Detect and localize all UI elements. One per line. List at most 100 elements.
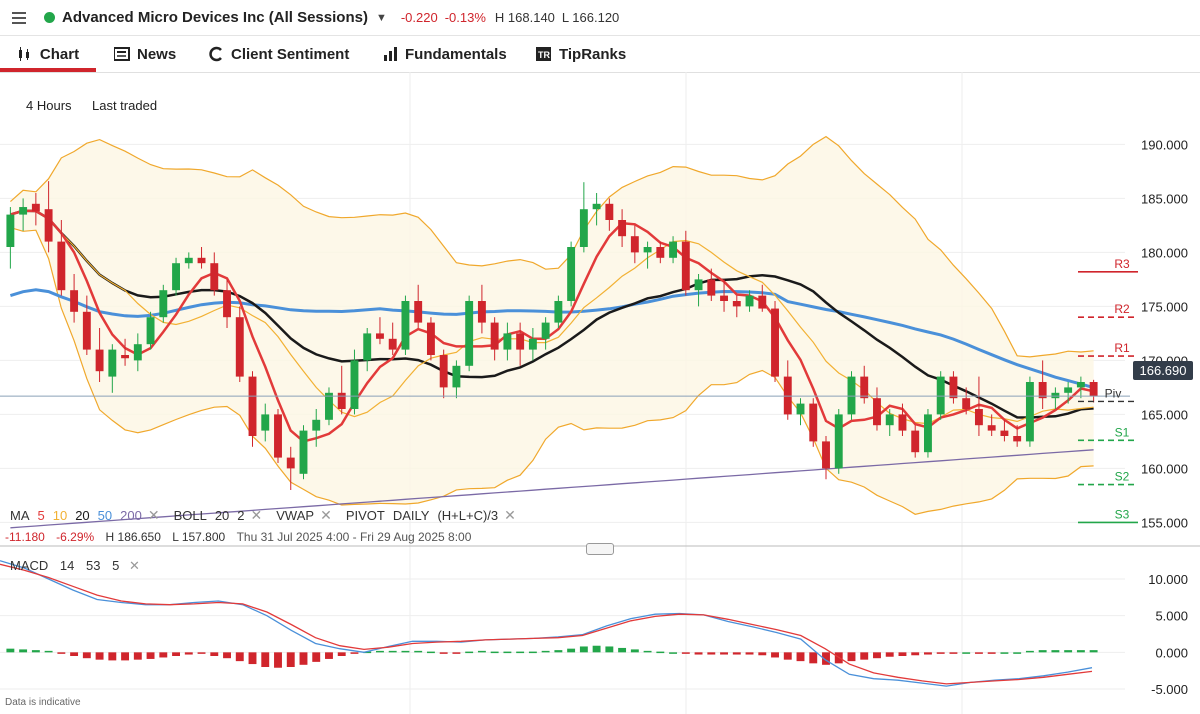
macd-histogram-bar bbox=[911, 652, 920, 656]
candle-body bbox=[363, 333, 372, 361]
range-low: L 157.800 bbox=[172, 530, 226, 544]
candle-body bbox=[286, 457, 295, 469]
macd-histogram-bar bbox=[771, 652, 779, 658]
candle-body bbox=[465, 301, 474, 366]
macd-histogram-bar bbox=[325, 652, 333, 659]
macd-histogram-bar bbox=[1000, 652, 1009, 654]
candle-body bbox=[554, 301, 563, 323]
candle-body bbox=[172, 263, 180, 291]
candle-body bbox=[822, 441, 830, 469]
candle-body bbox=[707, 279, 716, 296]
macd-histogram-bar bbox=[643, 650, 652, 653]
candle-body bbox=[630, 236, 639, 253]
macd-histogram-bar bbox=[299, 652, 308, 665]
candle-body bbox=[732, 301, 741, 307]
candle-body bbox=[987, 425, 996, 431]
price-change: -0.220 bbox=[400, 10, 438, 25]
pane-resize-handle[interactable] bbox=[586, 543, 614, 555]
macd-histogram-bar bbox=[465, 651, 474, 654]
candle-body bbox=[350, 360, 359, 409]
macd-histogram-bar bbox=[745, 652, 754, 655]
y-tick-label: 160.000 bbox=[1141, 461, 1188, 476]
macd-histogram-bar bbox=[95, 652, 104, 660]
y-tick-label: 175.000 bbox=[1141, 299, 1188, 314]
candle-body bbox=[720, 295, 728, 301]
tab-client-sentiment[interactable]: Client Sentiment bbox=[208, 36, 349, 72]
macd-histogram-bar bbox=[82, 652, 91, 659]
macd-histogram-bar bbox=[1051, 650, 1060, 653]
instrument-name[interactable]: Advanced Micro Devices Inc (All Sessions… bbox=[62, 9, 368, 26]
tab-news[interactable]: News bbox=[114, 36, 176, 72]
macd-histogram-bar bbox=[809, 652, 818, 664]
candle-body bbox=[949, 376, 958, 399]
candle-body bbox=[567, 247, 576, 301]
macd-histogram-bar bbox=[133, 652, 142, 660]
chevron-down-icon[interactable]: ▼ bbox=[376, 12, 387, 24]
tab-tipranks[interactable]: TR TipRanks bbox=[536, 36, 626, 72]
remove-boll-icon[interactable]: ✕ bbox=[251, 507, 263, 524]
pivot-label[interactable]: PIVOT bbox=[346, 508, 385, 523]
hamburger-menu-icon[interactable] bbox=[12, 11, 32, 24]
macd-tick-label: -5.000 bbox=[1151, 682, 1188, 697]
ma-label[interactable]: MA bbox=[10, 508, 30, 523]
remove-macd-icon[interactable]: ✕ bbox=[129, 558, 140, 573]
macd-legend: MACD 14 53 5 ✕ bbox=[10, 558, 140, 574]
vwap-label[interactable]: VWAP bbox=[276, 508, 314, 523]
macd-histogram-bar bbox=[452, 652, 461, 654]
instrument-header: Advanced Micro Devices Inc (All Sessions… bbox=[0, 0, 1200, 35]
remove-ma-icon[interactable]: ✕ bbox=[148, 507, 160, 524]
macd-histogram-bar bbox=[414, 650, 423, 653]
candle-body bbox=[643, 247, 652, 253]
candle-body bbox=[146, 317, 155, 345]
candle-body bbox=[847, 376, 856, 415]
candle-body bbox=[1000, 430, 1009, 436]
macd-histogram-bar bbox=[554, 650, 563, 653]
remove-vwap-icon[interactable]: ✕ bbox=[320, 507, 332, 524]
candle-body bbox=[57, 241, 66, 291]
macd-histogram-bar bbox=[248, 652, 257, 665]
boll-label[interactable]: BOLL bbox=[174, 508, 207, 523]
macd-label[interactable]: MACD bbox=[10, 558, 48, 573]
candle-body bbox=[1013, 436, 1022, 442]
candle-body bbox=[669, 241, 678, 258]
macd-histogram-bar bbox=[656, 651, 665, 654]
macd-histogram-bar bbox=[873, 652, 881, 659]
candle-body bbox=[121, 355, 130, 359]
candle-body bbox=[82, 311, 91, 350]
candle-body bbox=[745, 295, 754, 307]
remove-pivot-icon[interactable]: ✕ bbox=[504, 507, 516, 524]
candle-body bbox=[605, 203, 614, 220]
y-tick-label: 155.000 bbox=[1141, 515, 1188, 530]
macd-histogram-bar bbox=[439, 652, 448, 654]
candle-body bbox=[235, 317, 244, 377]
candlestick-icon bbox=[18, 47, 29, 61]
candle-body bbox=[452, 365, 461, 388]
candle-body bbox=[924, 414, 932, 453]
macd-histogram-bar bbox=[694, 652, 703, 655]
candle-body bbox=[70, 290, 79, 312]
candle-body bbox=[210, 263, 219, 291]
macd-histogram-bar bbox=[860, 652, 869, 660]
candle-body bbox=[656, 247, 665, 258]
ma200-label: 200 bbox=[120, 508, 142, 523]
tab-chart[interactable]: Chart bbox=[0, 36, 96, 72]
y-tick-label: 180.000 bbox=[1141, 245, 1188, 260]
macd-histogram-bar bbox=[261, 652, 270, 667]
macd-histogram-bar bbox=[924, 652, 932, 655]
candle-body bbox=[503, 333, 512, 350]
macd-histogram-bar bbox=[184, 652, 193, 655]
ma50-label: 50 bbox=[97, 508, 113, 523]
tab-fundamentals[interactable]: Fundamentals bbox=[384, 36, 507, 72]
price-chart[interactable]: 190.000185.000180.000175.000170.000165.0… bbox=[0, 72, 1200, 714]
macd-histogram-bar bbox=[579, 646, 588, 653]
macd-signal: 5 bbox=[112, 558, 120, 573]
macd-histogram-bar bbox=[172, 652, 180, 656]
macd-histogram-bar bbox=[669, 652, 678, 654]
macd-slow: 53 bbox=[86, 558, 101, 573]
macd-histogram-bar bbox=[732, 652, 741, 655]
candle-body bbox=[834, 414, 843, 469]
pivot-label: S2 bbox=[1115, 470, 1130, 484]
y-tick-label: 185.000 bbox=[1141, 191, 1188, 206]
candle-body bbox=[261, 414, 270, 431]
macd-histogram-bar bbox=[898, 652, 907, 656]
